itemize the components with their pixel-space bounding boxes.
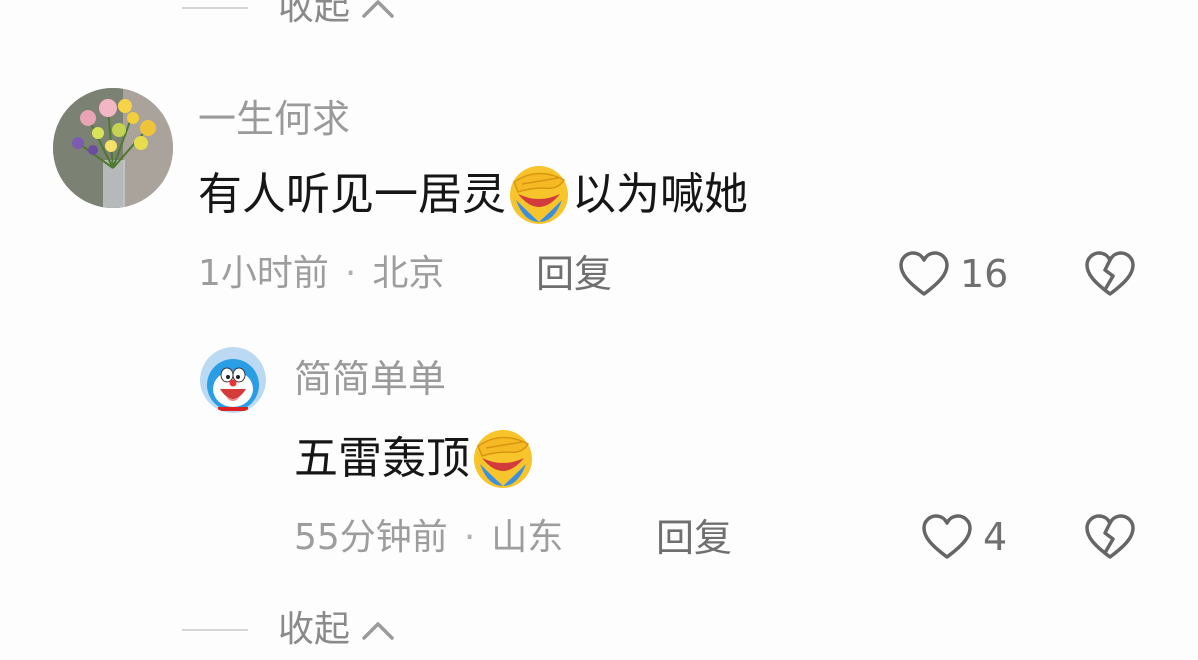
reply-avatar[interactable] <box>200 347 266 413</box>
chevron-up-icon[interactable] <box>360 618 396 642</box>
divider-line <box>182 629 248 631</box>
collapse-label[interactable]: 收起 <box>278 608 350 652</box>
heart-icon[interactable] <box>898 250 950 298</box>
meta-separator: · <box>463 517 476 558</box>
doraemon-avatar-image <box>200 347 266 413</box>
chevron-up-icon[interactable] <box>360 0 396 20</box>
avatar[interactable] <box>53 88 173 208</box>
reply-location: 山东 <box>491 517 564 558</box>
face-palm-laughing-emoji-icon <box>510 166 568 224</box>
comment-meta: 1小时前 · 北京 <box>198 252 444 296</box>
heart-icon[interactable] <box>921 513 973 561</box>
like-count: 16 <box>960 252 1009 296</box>
reply-meta: 55分钟前 · 山东 <box>294 516 563 560</box>
comment-text-part: 以为喊她 <box>572 169 748 220</box>
reply-time: 55分钟前 <box>294 517 448 558</box>
divider-line <box>182 7 248 9</box>
comment-text-part: 有人听见一居灵 <box>198 169 506 220</box>
like-button[interactable]: 4 <box>921 513 1007 561</box>
reply-button[interactable]: 回复 <box>656 516 732 560</box>
collapse-label[interactable]: 收起 <box>278 0 350 30</box>
reply-button[interactable]: 回复 <box>536 252 612 296</box>
comment-text: 有人听见一居灵 以为喊她 <box>198 164 748 226</box>
reply-text: 五雷轰顶 <box>294 428 536 490</box>
collapse-replies-bottom[interactable]: 收起 <box>182 608 396 652</box>
like-count: 4 <box>983 515 1008 559</box>
reply-username[interactable]: 简简单单 <box>294 357 446 401</box>
comment-time: 1小时前 <box>198 253 329 294</box>
reply-text-part: 五雷轰顶 <box>294 433 470 484</box>
collapse-replies-top[interactable]: 收起 <box>182 0 396 30</box>
like-button[interactable]: 16 <box>898 250 1008 298</box>
broken-heart-icon[interactable] <box>1084 513 1136 561</box>
face-palm-laughing-emoji-icon <box>474 430 532 488</box>
avatar-flowers-image <box>53 88 173 208</box>
comment-location: 北京 <box>372 253 445 294</box>
meta-separator: · <box>344 253 357 294</box>
broken-heart-icon[interactable] <box>1084 250 1136 298</box>
comment-username[interactable]: 一生何求 <box>198 97 350 141</box>
